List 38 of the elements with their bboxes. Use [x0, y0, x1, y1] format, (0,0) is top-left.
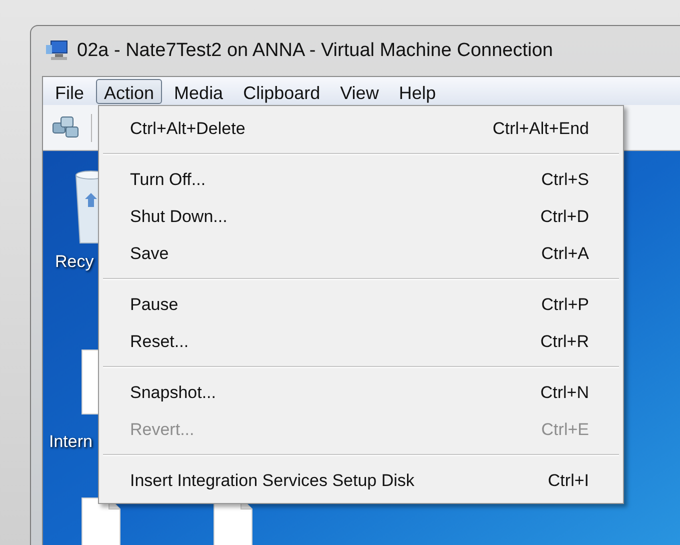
menu-item[interactable]: Insert Integration Services Setup Disk Ctrl+I	[101, 462, 621, 499]
computer-icon	[45, 40, 69, 62]
shortcut-label: Ctrl+N	[540, 382, 589, 404]
desktop-icon-label: Intern	[49, 431, 92, 453]
shortcut-label: Ctrl+I	[548, 470, 589, 492]
menu-bar-item[interactable]: File	[47, 78, 92, 104]
menu-item[interactable]: Pause Ctrl+P	[101, 286, 621, 323]
menu-item[interactable]: Save Ctrl+A	[101, 235, 621, 272]
shortcut-label: Ctrl+Alt+End	[492, 118, 589, 140]
shortcut-label: Ctrl+E	[541, 418, 589, 441]
desktop-icon-label: Recy	[55, 251, 94, 273]
menu-item-label: Revert...	[130, 418, 194, 441]
window-title: 02a - Nate7Test2 on ANNA - Virtual Machine Connection	[77, 38, 553, 63]
menu-item[interactable]: Snapshot... Ctrl+N	[101, 374, 621, 411]
menu-item[interactable]: Shut Down... Ctrl+D	[101, 198, 621, 235]
shortcut-label: Ctrl+A	[541, 242, 589, 265]
menu-bar-item[interactable]: Help	[390, 78, 444, 104]
shortcut-label: Ctrl+P	[541, 294, 589, 316]
menu-bar-item[interactable]: View	[332, 78, 387, 104]
menu-bar-item[interactable]: Action	[96, 78, 162, 104]
shortcut-label: Ctrl+R	[540, 330, 589, 353]
menu-item-label: Ctrl+Alt+Delete	[130, 118, 246, 140]
ctrl-alt-del-icon[interactable]	[51, 114, 81, 140]
menu-item[interactable]: Reset... Ctrl+R	[101, 323, 621, 360]
menu-item-label: Snapshot...	[130, 382, 216, 404]
menu-item-label: Save	[130, 242, 169, 265]
shortcut-label: Ctrl+D	[540, 206, 589, 228]
shortcut-label: Ctrl+S	[541, 168, 589, 191]
menu-item-label: Turn Off...	[130, 168, 206, 191]
menu-item-label: Insert Integration Services Setup Disk	[130, 470, 414, 492]
menu-item-label: Reset...	[130, 330, 189, 353]
menu-item[interactable]: Ctrl+Alt+Delete Ctrl+Alt+End	[101, 110, 621, 147]
menu-bar-item[interactable]: Clipboard	[235, 78, 328, 104]
document-icon[interactable]	[81, 497, 121, 545]
menu-item-label: Pause	[130, 294, 178, 316]
menu-bar-item[interactable]: Media	[166, 78, 232, 104]
menu-item[interactable]: Turn Off... Ctrl+S	[101, 161, 621, 198]
menu-item-label: Shut Down...	[130, 206, 228, 228]
